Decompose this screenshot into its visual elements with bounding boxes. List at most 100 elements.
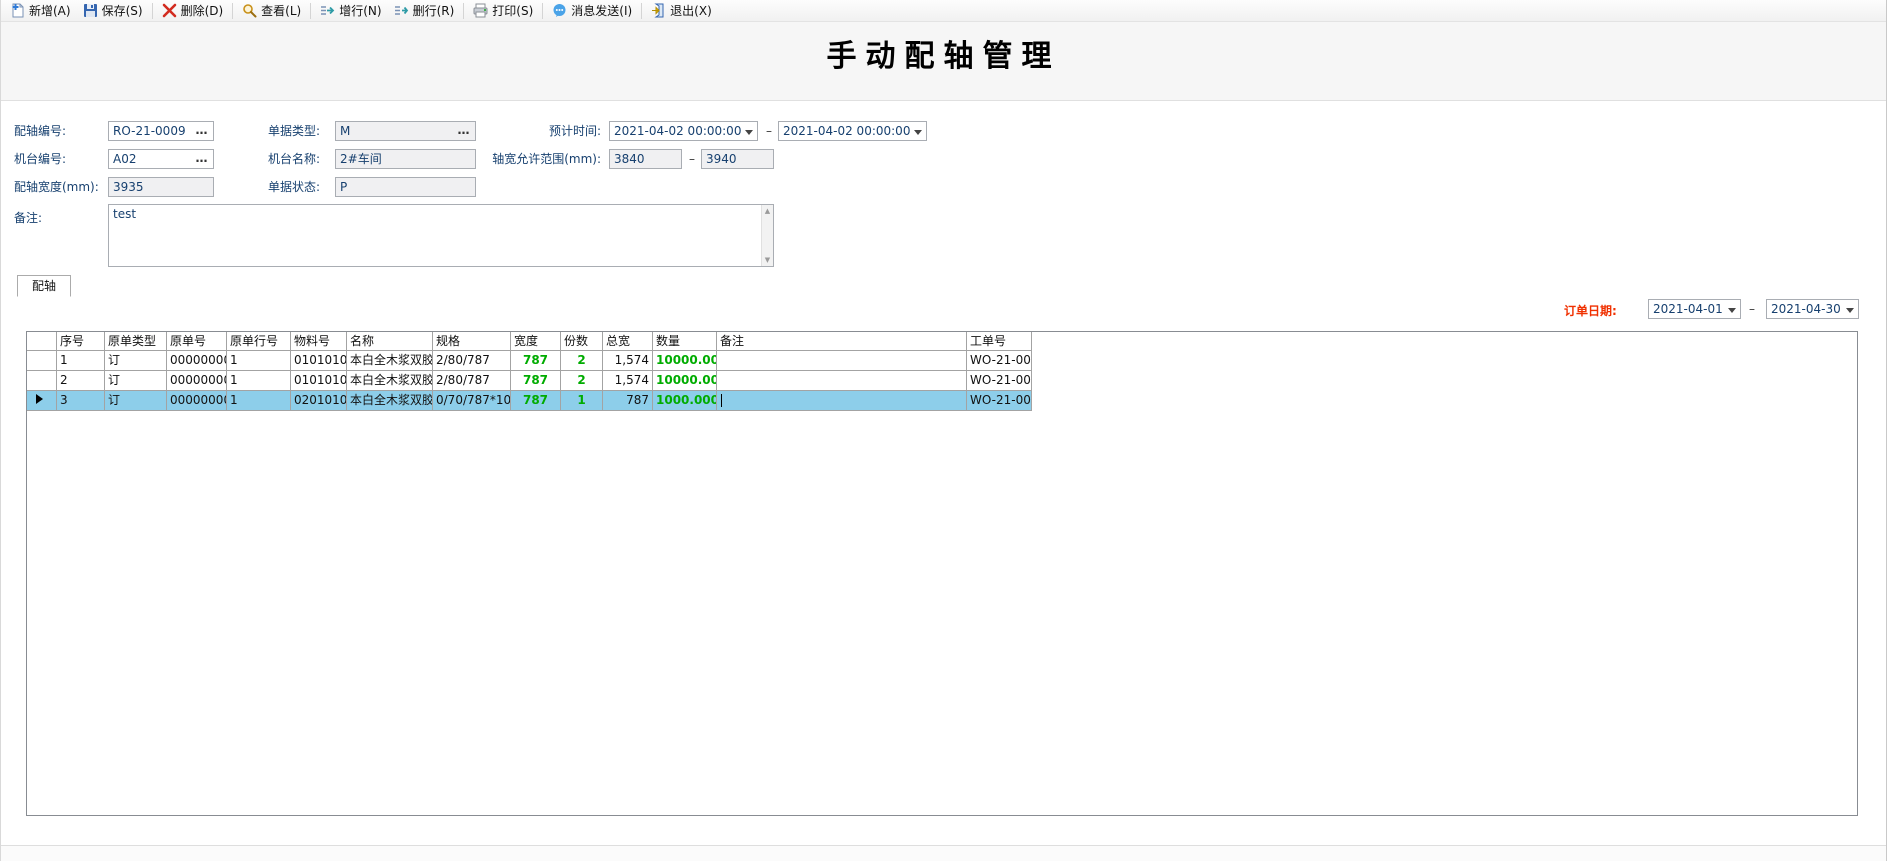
- column-header-name[interactable]: 名称: [347, 332, 433, 351]
- add-row-icon: [320, 3, 335, 18]
- cell-name[interactable]: 本白全木浆双胶纸: [347, 391, 433, 411]
- delete-row-button-label: 删行(R): [413, 2, 455, 19]
- cell-spec[interactable]: 2/80/787: [433, 351, 511, 371]
- cell-work-order[interactable]: WO-21-0002: [967, 371, 1032, 391]
- cell-orig-type[interactable]: 订: [105, 371, 167, 391]
- machine-name-input[interactable]: 2#车间: [335, 149, 476, 169]
- column-header-spec[interactable]: 规格: [433, 332, 511, 351]
- message-send-button[interactable]: 消息发送(I): [546, 0, 638, 21]
- scrollbar[interactable]: ▲▼: [761, 205, 773, 266]
- add-row-button[interactable]: 增行(N): [314, 0, 387, 21]
- axis-no-lookup-button[interactable]: …: [194, 123, 210, 141]
- cell-orig-line[interactable]: 1: [227, 391, 291, 411]
- column-header-qty[interactable]: 数量: [653, 332, 717, 351]
- cell-shares[interactable]: 1: [561, 391, 603, 411]
- cell-material[interactable]: 020101001: [291, 391, 347, 411]
- cell-orig-no[interactable]: 0000000007: [167, 391, 227, 411]
- order-date-to-dropdown[interactable]: 2021-04-30: [1766, 299, 1859, 319]
- scroll-down-icon[interactable]: ▼: [765, 256, 770, 264]
- cell-spec[interactable]: 0/70/787*1092: [433, 391, 511, 411]
- plan-time-from-dropdown[interactable]: 2021-04-02 00:00:00: [609, 121, 758, 141]
- doc-type-lookup-button[interactable]: …: [456, 123, 472, 141]
- text-caret: [721, 394, 722, 407]
- doc-type-label: 单据类型:: [268, 121, 320, 141]
- cell-orig-no[interactable]: 0000000003: [167, 371, 227, 391]
- column-header-total-width[interactable]: 总宽: [603, 332, 653, 351]
- column-header-orig-line[interactable]: 原单行号: [227, 332, 291, 351]
- plan-time-label: 预计时间:: [506, 121, 601, 141]
- cell-width[interactable]: 787: [511, 371, 561, 391]
- machine-no-lookup-button[interactable]: …: [194, 151, 210, 169]
- remark-textarea[interactable]: test ▲▼: [108, 204, 774, 267]
- cell-total-width[interactable]: 1,574: [603, 351, 653, 371]
- cell-work-order[interactable]: WO-21-0001: [967, 351, 1032, 371]
- order-date-from-dropdown[interactable]: 2021-04-01: [1648, 299, 1741, 319]
- save-button[interactable]: 保存(S): [77, 0, 149, 21]
- cell-orig-line[interactable]: 1: [227, 351, 291, 371]
- column-header-material[interactable]: 物料号: [291, 332, 347, 351]
- cell-material[interactable]: 010101010: [291, 371, 347, 391]
- table-row[interactable]: 1 订 0000000006 1 010101010 本白全木浆双胶纸 2/80…: [27, 351, 1032, 371]
- view-button[interactable]: 查看(L): [236, 0, 307, 21]
- width-range-to-input[interactable]: 3940: [701, 149, 774, 169]
- column-header-orig-type[interactable]: 原单类型: [105, 332, 167, 351]
- cell-name[interactable]: 本白全木浆双胶纸: [347, 351, 433, 371]
- cell-shares[interactable]: 2: [561, 371, 603, 391]
- cell-material[interactable]: 010101010: [291, 351, 347, 371]
- column-header-seq[interactable]: 序号: [57, 332, 105, 351]
- cell-width[interactable]: 787: [511, 391, 561, 411]
- cell-seq[interactable]: 1: [57, 351, 105, 371]
- delete-row-icon: [394, 3, 409, 18]
- scroll-up-icon[interactable]: ▲: [765, 207, 770, 215]
- cell-seq[interactable]: 3: [57, 391, 105, 411]
- cell-qty[interactable]: 1000.0000: [653, 391, 717, 411]
- doc-status-input[interactable]: P: [335, 177, 476, 197]
- doc-type-input[interactable]: M: [335, 121, 476, 141]
- print-button[interactable]: 打印(S): [467, 0, 539, 21]
- cell-name[interactable]: 本白全木浆双胶纸: [347, 371, 433, 391]
- delete-button[interactable]: 删除(D): [156, 0, 230, 21]
- exit-button[interactable]: 退出(X): [645, 0, 718, 21]
- delete-row-button[interactable]: 删行(R): [388, 0, 461, 21]
- cell-seq[interactable]: 2: [57, 371, 105, 391]
- axis-width-input[interactable]: 3935: [108, 177, 214, 197]
- column-header-orig-no[interactable]: 原单号: [167, 332, 227, 351]
- cell-remark[interactable]: [717, 371, 967, 391]
- cell-qty[interactable]: 10000.0000: [653, 351, 717, 371]
- cell-work-order[interactable]: WO-21-0003: [967, 391, 1032, 411]
- row-selector-cell[interactable]: [27, 351, 57, 371]
- cell-orig-line[interactable]: 1: [227, 371, 291, 391]
- cell-remark-editing[interactable]: [717, 391, 967, 411]
- width-range-from-input[interactable]: 3840: [609, 149, 682, 169]
- cell-orig-type[interactable]: 订: [105, 351, 167, 371]
- cell-orig-type[interactable]: 订: [105, 391, 167, 411]
- delete-icon: [162, 3, 177, 18]
- cell-total-width[interactable]: 1,574: [603, 371, 653, 391]
- cell-spec[interactable]: 2/80/787: [433, 371, 511, 391]
- column-header-remark[interactable]: 备注: [717, 332, 967, 351]
- cell-shares[interactable]: 2: [561, 351, 603, 371]
- row-selector-cell[interactable]: [27, 391, 57, 411]
- cell-remark[interactable]: [717, 351, 967, 371]
- plan-time-to-dropdown[interactable]: 2021-04-02 00:00:00: [778, 121, 927, 141]
- column-header-shares[interactable]: 份数: [561, 332, 603, 351]
- column-header-work-order[interactable]: 工单号: [967, 332, 1032, 351]
- row-selector-cell[interactable]: [27, 371, 57, 391]
- chevron-down-icon: [914, 130, 922, 135]
- order-date-from-value: 2021-04-01: [1653, 302, 1723, 316]
- tab-axis-detail[interactable]: 配轴: [17, 275, 71, 297]
- add-button[interactable]: 新增(A): [4, 0, 77, 21]
- cell-total-width[interactable]: 787: [603, 391, 653, 411]
- cell-width[interactable]: 787: [511, 351, 561, 371]
- toolbar-separator: [463, 3, 464, 19]
- cell-orig-no[interactable]: 0000000006: [167, 351, 227, 371]
- exit-icon: [651, 3, 666, 18]
- table-row[interactable]: 2 订 0000000003 1 010101010 本白全木浆双胶纸 2/80…: [27, 371, 1032, 391]
- width-range-from-value: 3840: [614, 152, 645, 166]
- column-header-width[interactable]: 宽度: [511, 332, 561, 351]
- table-row-selected[interactable]: 3 订 0000000007 1 020101001 本白全木浆双胶纸 0/70…: [27, 391, 1032, 411]
- width-range-dash: –: [689, 149, 695, 169]
- cell-qty[interactable]: 10000.0000: [653, 371, 717, 391]
- width-range-label: 轴宽允许范围(mm):: [461, 149, 601, 169]
- current-row-arrow-icon: [36, 394, 43, 404]
